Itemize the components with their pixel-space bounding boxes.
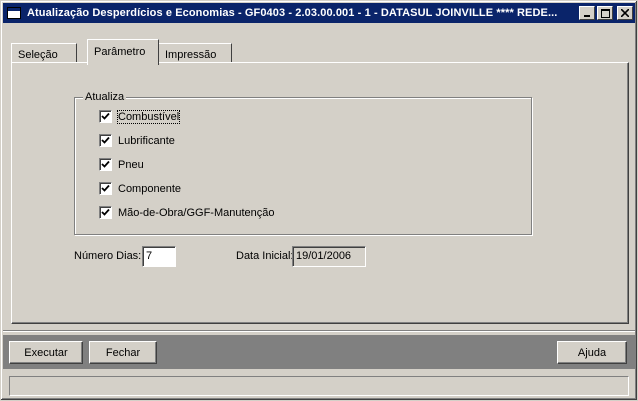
numero-dias-label: Número Dias: — [74, 250, 142, 262]
separator — [3, 330, 635, 332]
maximize-button[interactable] — [597, 6, 613, 20]
fechar-button[interactable]: Fechar — [89, 341, 157, 364]
checkbox-label: Componente — [118, 182, 181, 195]
window-title: Atualização Desperdícios e Economias - G… — [27, 7, 558, 19]
close-icon — [621, 9, 629, 17]
tab-parametro[interactable]: Parâmetro — [87, 39, 159, 65]
app-window: Atualização Desperdícios e Economias - G… — [0, 0, 638, 401]
data-inicial-field: 19/01/2006 — [292, 246, 366, 267]
status-bar — [9, 376, 629, 396]
checkbox-label: Mão-de-Obra/GGF-Manutenção — [118, 206, 275, 219]
checkbox-combustivel[interactable]: Combustível — [99, 109, 181, 124]
checkbox-pneu[interactable]: Pneu — [99, 158, 144, 171]
checkmark-icon — [101, 184, 110, 192]
tab-selecao[interactable]: Seleção — [11, 43, 77, 63]
maximize-icon — [600, 8, 610, 18]
executar-button[interactable]: Executar — [9, 341, 83, 364]
minimize-icon — [584, 15, 590, 17]
minimize-button[interactable] — [579, 6, 595, 20]
window-controls — [579, 6, 633, 20]
checkbox-lubrificante[interactable]: Lubrificante — [99, 134, 175, 147]
checkbox-label: Lubrificante — [118, 134, 175, 147]
close-button[interactable] — [617, 6, 633, 20]
data-inicial-label: Data Inicial: — [236, 250, 294, 262]
atualiza-group-title: Atualiza — [83, 91, 127, 103]
checkbox-box[interactable] — [99, 110, 112, 123]
checkmark-icon — [101, 112, 110, 120]
title-bar[interactable]: Atualização Desperdícios e Economias - G… — [3, 3, 635, 23]
checkmark-icon — [101, 160, 110, 168]
tab-panel-parametro: Atualiza Combustível Lubrificante Pneu C… — [11, 62, 629, 324]
button-bar: Executar Fechar Ajuda — [3, 335, 635, 369]
checkmark-icon — [101, 136, 110, 144]
checkbox-componente[interactable]: Componente — [99, 182, 181, 195]
tab-impressao[interactable]: Impressão — [158, 43, 232, 63]
checkbox-box[interactable] — [99, 134, 112, 147]
checkbox-box[interactable] — [99, 206, 112, 219]
checkbox-mao-de-obra[interactable]: Mão-de-Obra/GGF-Manutenção — [99, 206, 275, 219]
window-app-icon — [7, 7, 21, 19]
checkbox-label: Pneu — [118, 158, 144, 171]
numero-dias-input[interactable]: 7 — [142, 246, 176, 267]
atualiza-groupbox: Atualiza Combustível Lubrificante Pneu C… — [74, 91, 532, 235]
ajuda-button[interactable]: Ajuda — [557, 341, 627, 364]
checkbox-box[interactable] — [99, 158, 112, 171]
checkbox-label: Combustível — [116, 109, 181, 124]
checkbox-box[interactable] — [99, 182, 112, 195]
checkmark-icon — [101, 208, 110, 216]
